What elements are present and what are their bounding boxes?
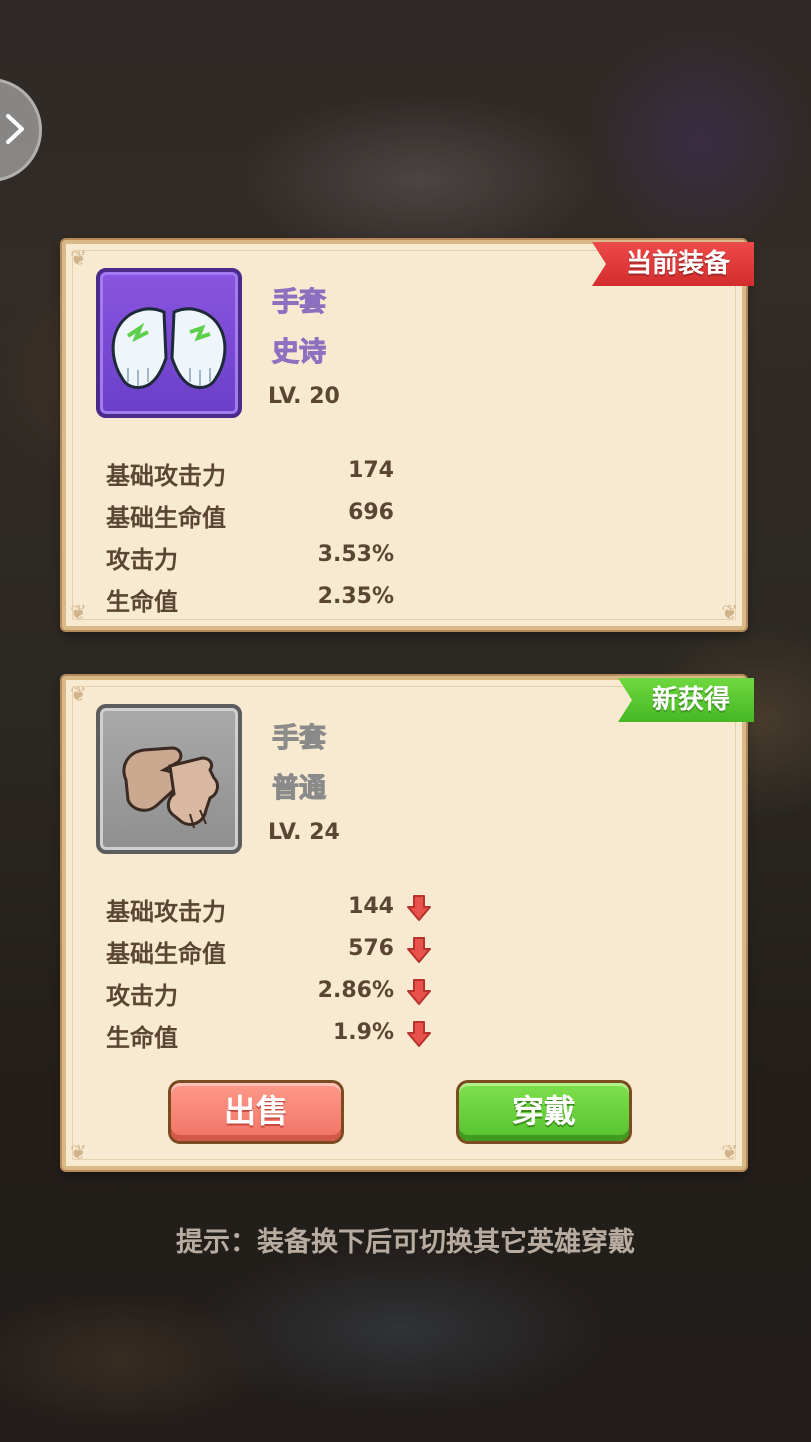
stat-row: 生命值 1.9% bbox=[106, 1014, 506, 1056]
corner-ornament-icon: ❦ bbox=[721, 1140, 738, 1164]
new-item-card: ❦ ❦ ❦ 新获得 手套 普通 LV. 24 基础攻击力 144 基础生命值 5… bbox=[62, 676, 754, 1170]
corner-ornament-icon: ❦ bbox=[70, 682, 87, 706]
hint-text: 提示：装备换下后可切换其它英雄穿戴 bbox=[176, 1227, 635, 1258]
stat-row: 基础生命值 576 bbox=[106, 930, 506, 972]
stat-value: 2.86% bbox=[317, 978, 394, 1003]
chevron-right-icon bbox=[6, 114, 24, 144]
stat-label: 攻击力 bbox=[106, 546, 178, 574]
equip-button[interactable]: 穿戴 bbox=[456, 1080, 632, 1144]
stat-value: 576 bbox=[348, 936, 394, 961]
stat-label: 基础生命值 bbox=[106, 940, 226, 968]
stat-value: 2.35% bbox=[317, 584, 394, 609]
stat-down-arrow-icon bbox=[407, 937, 431, 963]
stat-label: 基础攻击力 bbox=[106, 462, 226, 490]
item-icon-frame[interactable] bbox=[96, 268, 242, 418]
corner-ornament-icon: ❦ bbox=[70, 246, 87, 270]
stat-value: 696 bbox=[348, 500, 394, 525]
white-glove-icon bbox=[111, 307, 227, 390]
stat-label: 攻击力 bbox=[106, 982, 178, 1010]
corner-ornament-icon: ❦ bbox=[721, 600, 738, 624]
stat-list: 基础攻击力 144 基础生命值 576 攻击力 2.86% 生命值 1.9% bbox=[106, 888, 506, 1056]
item-rarity: 史诗 bbox=[272, 337, 327, 369]
sell-button[interactable]: 出售 bbox=[168, 1080, 344, 1144]
stat-label: 生命值 bbox=[106, 588, 178, 616]
item-icon-frame[interactable] bbox=[96, 704, 242, 854]
item-name: 手套 bbox=[272, 287, 327, 319]
current-equipment-card: ❦ ❦ ❦ 当前装备 手套 史诗 LV. 20 基础攻击力 174 基础生命值 … bbox=[62, 240, 754, 630]
stat-row: 生命值 2.35% bbox=[106, 578, 506, 620]
item-level: LV. 24 bbox=[268, 820, 340, 845]
corner-ornament-icon: ❦ bbox=[70, 600, 87, 624]
corner-ornament-icon: ❦ bbox=[70, 1140, 87, 1164]
stat-label: 基础攻击力 bbox=[106, 898, 226, 926]
stat-value: 174 bbox=[348, 458, 394, 483]
stat-down-arrow-icon bbox=[407, 1021, 431, 1047]
stat-row: 攻击力 3.53% bbox=[106, 536, 506, 578]
stat-value: 144 bbox=[348, 894, 394, 919]
item-name: 手套 bbox=[272, 723, 327, 755]
stat-label: 生命值 bbox=[106, 1024, 178, 1052]
new-item-ribbon: 新获得 bbox=[617, 678, 754, 722]
stat-down-arrow-icon bbox=[407, 979, 431, 1005]
stat-label: 基础生命值 bbox=[106, 504, 226, 532]
stat-row: 攻击力 2.86% bbox=[106, 972, 506, 1014]
stat-row: 基础攻击力 144 bbox=[106, 888, 506, 930]
stat-list: 基础攻击力 174 基础生命值 696 攻击力 3.53% 生命值 2.35% bbox=[106, 452, 506, 620]
stat-value: 1.9% bbox=[332, 1020, 394, 1045]
current-equipment-ribbon: 当前装备 bbox=[591, 242, 754, 286]
item-level: LV. 20 bbox=[268, 384, 340, 409]
stat-value: 3.53% bbox=[317, 542, 394, 567]
stat-down-arrow-icon bbox=[407, 895, 431, 921]
stat-row: 基础生命值 696 bbox=[106, 494, 506, 536]
stat-row: 基础攻击力 174 bbox=[106, 452, 506, 494]
item-rarity: 普通 bbox=[272, 773, 327, 805]
leather-glove-icon bbox=[122, 746, 219, 829]
